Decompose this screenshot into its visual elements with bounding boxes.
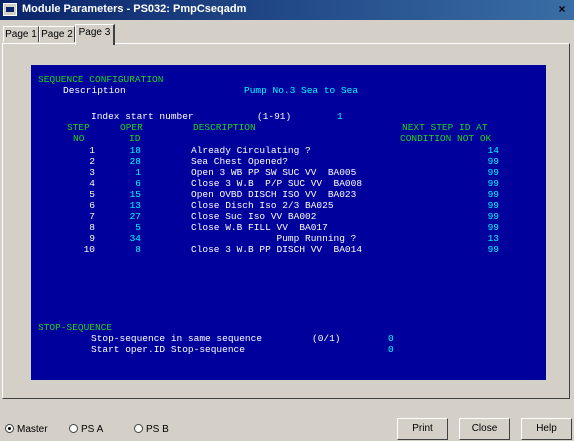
row-next-step[interactable]: 99 bbox=[483, 244, 499, 255]
row-next-step[interactable]: 99 bbox=[483, 200, 499, 211]
radio-master-label: Master bbox=[17, 424, 48, 435]
row-no: 5 bbox=[89, 189, 95, 200]
section-title: SEQUENCE CONFIGURATION bbox=[38, 74, 164, 85]
app-icon bbox=[3, 3, 17, 16]
header-step: STEP bbox=[67, 122, 90, 133]
row-next-step[interactable]: 14 bbox=[483, 145, 499, 156]
header-oper: OPER bbox=[120, 122, 143, 133]
close-button[interactable]: Close bbox=[459, 418, 510, 440]
row-no: 3 bbox=[89, 167, 95, 178]
row-description: Pump Running ? bbox=[191, 233, 357, 244]
row-oper[interactable]: 6 bbox=[127, 178, 141, 189]
row-oper[interactable]: 5 bbox=[127, 222, 141, 233]
header-condition: CONDITION NOT OK bbox=[400, 133, 492, 144]
tab-page-3[interactable]: Page 3 bbox=[75, 24, 115, 45]
row-no: 7 bbox=[89, 211, 95, 222]
description-label: Description bbox=[63, 85, 126, 96]
row-next-step[interactable]: 99 bbox=[483, 211, 499, 222]
row-no: 2 bbox=[89, 156, 95, 167]
row-description: Open OVBD DISCH ISO VV BA023 bbox=[191, 189, 357, 200]
row-oper[interactable]: 13 bbox=[127, 200, 141, 211]
window-title: Module Parameters - PS032: PmpCseqadm bbox=[22, 3, 247, 15]
radio-unchecked-icon bbox=[69, 424, 78, 433]
radio-master[interactable]: Master bbox=[5, 424, 48, 436]
radio-ps-b[interactable]: PS B bbox=[134, 424, 169, 436]
row-no: 6 bbox=[89, 200, 95, 211]
row-description: Sea Chest Opened? bbox=[191, 156, 288, 167]
row-no: 4 bbox=[89, 178, 95, 189]
index-value[interactable]: 1 bbox=[337, 111, 343, 122]
header-next-step: NEXT STEP ID AT bbox=[402, 122, 488, 133]
row-next-step[interactable]: 99 bbox=[483, 156, 499, 167]
help-button[interactable]: Help bbox=[521, 418, 572, 440]
row-description: Already Circulating ? bbox=[191, 145, 311, 156]
stop-same-label: Stop-sequence in same sequence bbox=[91, 333, 263, 344]
print-button[interactable]: Print bbox=[397, 418, 448, 440]
row-oper[interactable]: 34 bbox=[127, 233, 141, 244]
row-next-step[interactable]: 99 bbox=[483, 189, 499, 200]
row-oper[interactable]: 15 bbox=[127, 189, 141, 200]
header-description: DESCRIPTION bbox=[193, 122, 256, 133]
index-range: (1-91) bbox=[257, 111, 292, 122]
stop-start-label: Start oper.ID Stop-sequence bbox=[91, 344, 245, 355]
row-oper[interactable]: 27 bbox=[127, 211, 141, 222]
row-description: Close W.B FILL VV BA017 bbox=[191, 222, 328, 233]
header-id: ID bbox=[129, 133, 141, 144]
tab-page-1[interactable]: Page 1 bbox=[3, 26, 39, 42]
row-description: Close Disch Iso 2/3 BA025 bbox=[191, 200, 334, 211]
stop-start-value[interactable]: 0 bbox=[388, 344, 394, 355]
radio-ps-b-label: PS B bbox=[146, 424, 169, 435]
row-next-step[interactable]: 99 bbox=[483, 167, 499, 178]
tab-page-2[interactable]: Page 2 bbox=[39, 26, 75, 42]
row-next-step[interactable]: 99 bbox=[483, 222, 499, 233]
header-no: NO bbox=[73, 133, 85, 144]
row-description: Open 3 WB PP SW SUC VV BA005 bbox=[191, 167, 357, 178]
row-next-step[interactable]: 99 bbox=[483, 178, 499, 189]
row-description: Close Suc Iso VV BA002 bbox=[191, 211, 317, 222]
row-oper[interactable]: 1 bbox=[127, 167, 141, 178]
row-oper[interactable]: 28 bbox=[127, 156, 141, 167]
row-no: 10 bbox=[83, 244, 95, 255]
stop-sequence-title: STOP-SEQUENCE bbox=[38, 322, 113, 333]
radio-ps-a-label: PS A bbox=[81, 424, 104, 435]
row-oper[interactable]: 8 bbox=[127, 244, 141, 255]
bottom-bar: Master PS A PS B Print Close Help bbox=[0, 410, 574, 441]
row-description: Close 3 W.B P/P SUC VV BA008 bbox=[191, 178, 363, 189]
window-title-bar: Module Parameters - PS032: PmpCseqadm × bbox=[0, 0, 574, 20]
description-value[interactable]: Pump No.3 Sea to Sea bbox=[244, 85, 358, 96]
row-no: 8 bbox=[89, 222, 95, 233]
row-next-step[interactable]: 13 bbox=[483, 233, 499, 244]
sequence-config-screen: SEQUENCE CONFIGURATION Description Pump … bbox=[31, 65, 546, 380]
close-window-icon[interactable]: × bbox=[554, 2, 570, 17]
stop-same-value[interactable]: 0 bbox=[388, 333, 394, 344]
radio-checked-icon bbox=[5, 424, 14, 433]
radio-unchecked-icon bbox=[134, 424, 143, 433]
row-description: Close 3 W.B PP DISCH VV BA014 bbox=[191, 244, 363, 255]
index-label: Index start number bbox=[91, 111, 194, 122]
row-no: 1 bbox=[89, 145, 95, 156]
radio-ps-a[interactable]: PS A bbox=[69, 424, 103, 436]
stop-same-range: (0/1) bbox=[312, 333, 341, 344]
row-oper[interactable]: 18 bbox=[127, 145, 141, 156]
row-no: 9 bbox=[89, 233, 95, 244]
